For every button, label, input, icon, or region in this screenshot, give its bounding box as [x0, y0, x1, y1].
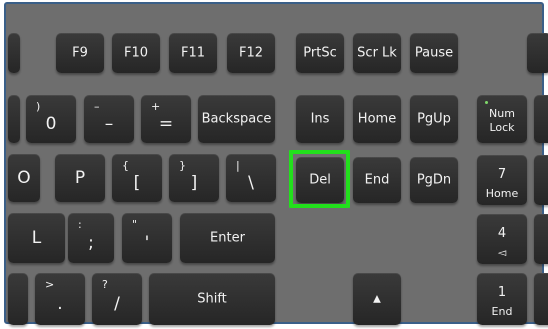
key-slash[interactable]: ? / — [92, 273, 142, 325]
key-f11-label: F11 — [180, 45, 206, 61]
key-p-label: P — [74, 168, 86, 188]
key-numpad-4-left-arrow-icon: ◅ — [497, 246, 507, 259]
key-0-shift-label: ) — [36, 100, 41, 113]
key-semicolon-shift-label: : — [78, 218, 82, 231]
key-p[interactable]: P — [55, 154, 105, 202]
key-enter-label: Enter — [210, 230, 245, 246]
key-scrlk[interactable]: Scr Lk — [353, 33, 401, 73]
key-o-label: O — [17, 168, 31, 188]
key-f12-label: F12 — [238, 45, 264, 61]
key-0[interactable]: ) 0 — [26, 95, 76, 143]
key-period[interactable]: > . — [35, 273, 85, 325]
key-pgdn-label: PgDn — [416, 172, 452, 188]
key-equals-shift-label: + — [151, 100, 161, 113]
key-semicolon[interactable]: : ; — [68, 213, 114, 263]
key-slash-label: / — [114, 294, 120, 315]
key-partial-right-bottom[interactable] — [534, 273, 548, 325]
key-numpad-4[interactable]: 4 ◅ — [477, 214, 527, 264]
key-f10[interactable]: F10 — [112, 33, 160, 73]
key-ins-label: Ins — [310, 111, 330, 127]
key-up-arrow[interactable]: ▲ — [353, 273, 401, 325]
del-key-highlight-box — [289, 150, 350, 208]
key-f10-label: F10 — [123, 45, 149, 61]
key-backslash[interactable]: | \ — [226, 154, 276, 202]
key-numlock-label-line2: Lock — [489, 121, 515, 134]
key-ins[interactable]: Ins — [296, 95, 344, 143]
key-backslash-label: \ — [248, 172, 254, 193]
key-left-bracket[interactable]: { [ — [112, 154, 162, 202]
key-right-bracket-shift-label: } — [179, 159, 186, 172]
key-scrlk-label: Scr Lk — [357, 45, 397, 61]
key-numpad-1-label: 1 — [497, 285, 507, 300]
key-slash-shift-label: ? — [102, 278, 108, 291]
key-backspace[interactable]: Backspace — [198, 95, 275, 143]
key-shift-label: Shift — [197, 291, 227, 307]
key-partial-right-top[interactable] — [527, 33, 548, 73]
key-home-label: Home — [357, 111, 397, 127]
key-shift[interactable]: Shift — [149, 273, 275, 325]
key-period-shift-label: > — [45, 278, 55, 291]
key-o[interactable]: O — [8, 154, 40, 202]
key-partial-right-home[interactable] — [534, 214, 548, 264]
key-prtsc-label: PrtSc — [303, 45, 337, 61]
key-0-label: 0 — [45, 113, 57, 134]
key-left-bracket-label: [ — [133, 172, 141, 193]
key-numpad-4-label: 4 — [497, 226, 507, 241]
key-partial-left-number[interactable] — [8, 95, 20, 143]
key-pause-label: Pause — [414, 45, 454, 61]
key-numpad-7[interactable]: 7 Home — [477, 155, 527, 205]
key-numpad-1-sub-label: End — [491, 305, 513, 318]
key-f11[interactable]: F11 — [169, 33, 217, 73]
key-pgup[interactable]: PgUp — [410, 95, 458, 143]
key-quote[interactable]: " ' — [122, 213, 172, 263]
key-partial-left-top[interactable] — [8, 33, 20, 73]
key-partial-right-number[interactable] — [534, 95, 548, 143]
key-right-bracket[interactable]: } ] — [169, 154, 219, 202]
key-equals-label: = — [158, 113, 174, 134]
key-left-bracket-shift-label: { — [122, 159, 129, 172]
key-numpad-7-label: 7 — [497, 167, 507, 182]
key-f9[interactable]: F9 — [56, 33, 104, 73]
key-end-label: End — [364, 172, 390, 188]
key-home[interactable]: Home — [353, 95, 401, 143]
key-l-label: L — [31, 228, 42, 248]
key-quote-label: ' — [144, 233, 150, 253]
key-partial-left-bottom[interactable] — [8, 273, 28, 325]
key-numpad-7-sub-label: Home — [485, 187, 519, 200]
key-end[interactable]: End — [353, 157, 401, 203]
key-numpad-1[interactable]: 1 End — [477, 273, 527, 325]
key-minus-shift-label: – — [94, 100, 100, 113]
key-backslash-shift-label: | — [236, 159, 240, 172]
numlock-indicator-light — [485, 101, 488, 104]
key-l[interactable]: L — [8, 213, 65, 263]
key-minus-label: – — [104, 113, 114, 134]
key-numlock-label-line1: Num — [489, 107, 515, 120]
key-pgdn[interactable]: PgDn — [410, 157, 458, 203]
key-partial-right-qwerty[interactable] — [534, 155, 548, 205]
key-f12[interactable]: F12 — [227, 33, 275, 73]
key-period-label: . — [57, 294, 63, 315]
key-f9-label: F9 — [72, 45, 88, 61]
key-backspace-label: Backspace — [201, 111, 272, 127]
key-pause[interactable]: Pause — [410, 33, 458, 73]
key-semicolon-label: ; — [88, 233, 94, 253]
key-quote-shift-label: " — [132, 218, 138, 231]
key-enter[interactable]: Enter — [180, 213, 275, 263]
key-minus[interactable]: – – — [84, 95, 134, 143]
keyboard-image: F9 F10 F11 F12 PrtSc Scr Lk Pause ) 0 – … — [0, 0, 548, 329]
key-equals[interactable]: + = — [141, 95, 191, 143]
key-right-bracket-label: ] — [190, 172, 198, 193]
key-pgup-label: PgUp — [417, 111, 451, 127]
up-arrow-icon: ▲ — [373, 293, 381, 305]
key-prtsc[interactable]: PrtSc — [296, 33, 344, 73]
key-numlock[interactable]: Num Lock — [477, 95, 527, 143]
